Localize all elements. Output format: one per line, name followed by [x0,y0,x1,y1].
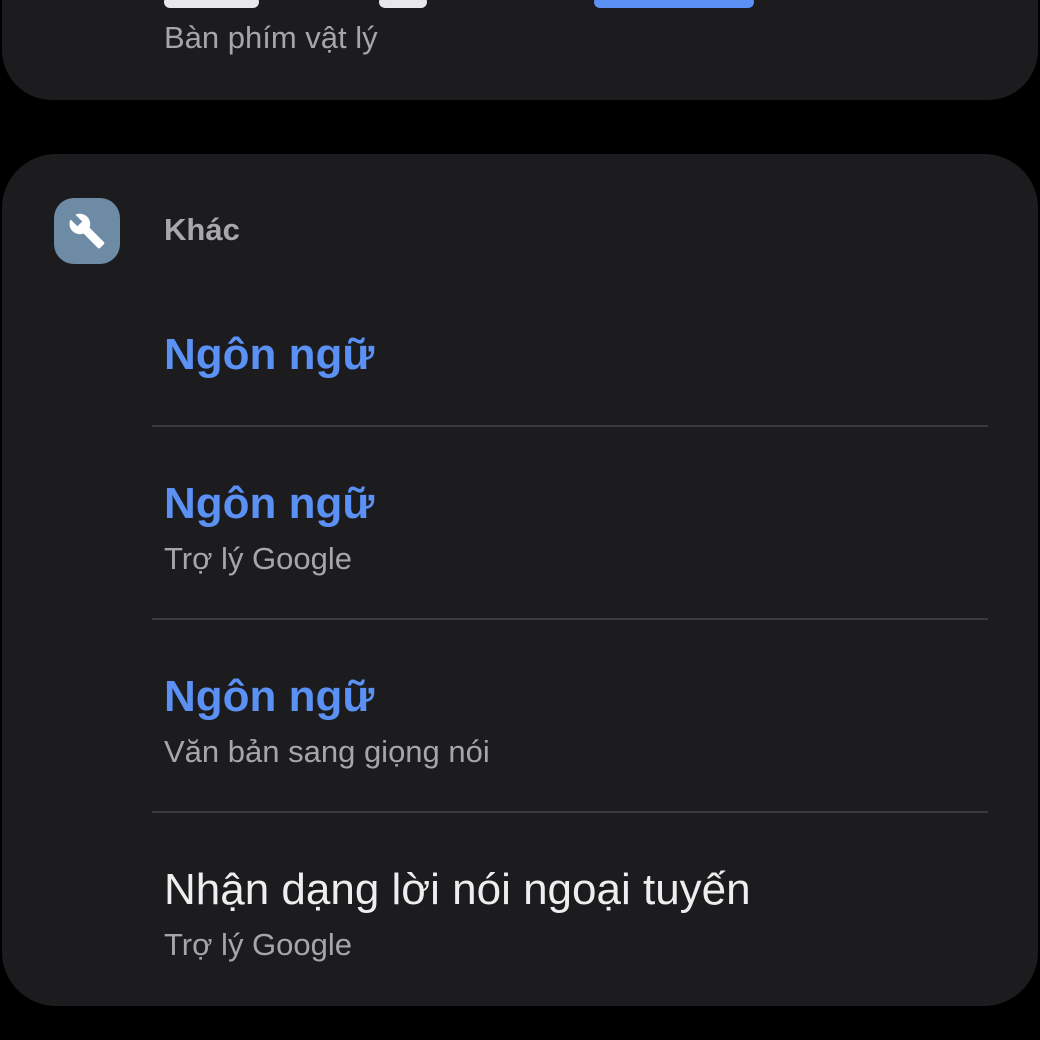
item-title: Ngôn ngữ [164,330,375,379]
item-title: Nhận dạng lời nói ngoại tuyến [164,865,751,914]
section-title: Khác [164,212,240,247]
list-item-language-3[interactable]: Ngôn ngữ Văn bản sang giọng nói [2,620,1038,810]
item-subtitle: Văn bản sang giọng nói [164,734,490,769]
list-item-offline-speech[interactable]: Nhận dạng lời nói ngoại tuyến Trợ lý Goo… [2,813,1038,1003]
clipped-item-title[interactable] [164,0,784,8]
item-title: Ngôn ngữ [164,672,375,721]
list-item-language-2[interactable]: Ngôn ngữ Trợ lý Google [2,427,1038,617]
wrench-icon [54,198,120,264]
other-settings-card: Khác Ngôn ngữ Ngôn ngữ Trợ lý Google Ngô… [2,154,1038,1006]
item-title: Ngôn ngữ [164,479,375,528]
list-item-language-1[interactable]: Ngôn ngữ [2,304,1038,424]
previous-settings-card: Bàn phím vật lý [2,0,1038,100]
item-subtitle: Trợ lý Google [164,541,353,576]
clipped-item-subtitle: Bàn phím vật lý [164,20,378,55]
item-subtitle: Trợ lý Google [164,927,353,962]
